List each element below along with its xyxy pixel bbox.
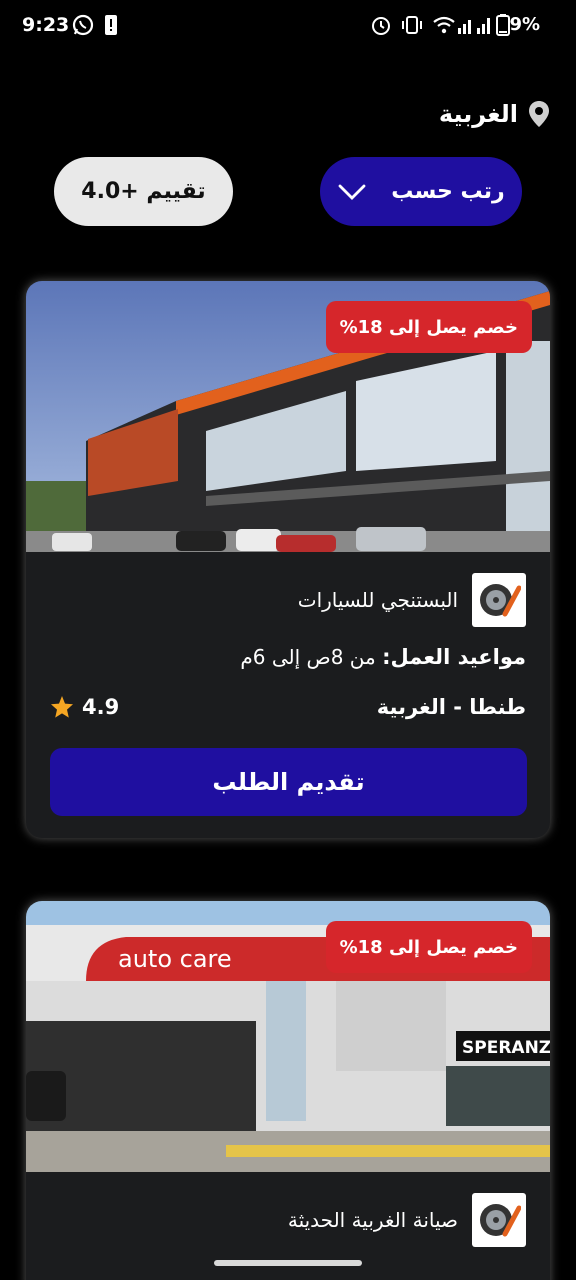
submit-request-button[interactable]: تقديم الطلب — [50, 748, 527, 816]
sort-label: رتب حسب — [391, 179, 505, 204]
location-pin-icon — [529, 101, 549, 127]
provider-row: صيانة الغربية الحديثة — [288, 1193, 526, 1247]
signal-icon — [458, 18, 490, 34]
service-image: auto care SPERANZ خصم يصل إلى 18% — [26, 901, 550, 1172]
alarm-icon — [372, 17, 390, 35]
rating-filter-label: تقييم +4.0 — [81, 179, 206, 204]
wheel-wrench-icon — [480, 1204, 521, 1237]
rating-value: 4.9 — [82, 695, 120, 719]
discount-badge: خصم يصل إلى 18% — [325, 921, 532, 973]
home-indicator[interactable] — [214, 1260, 362, 1266]
wheel-wrench-icon — [480, 584, 521, 617]
area-label: طنطا - الغربية — [376, 695, 526, 719]
battery-icon — [496, 14, 510, 36]
status-time: 9:23 — [22, 14, 70, 36]
rating-filter-chip[interactable]: تقييم +4.0 — [54, 157, 233, 226]
working-hours-label: مواعيد العمل: — [382, 645, 526, 669]
sign-speranz: SPERANZ — [462, 1038, 550, 1058]
working-hours-value: من 8ص إلى 6م — [240, 645, 376, 669]
service-card[interactable]: auto care SPERANZ خصم يصل إلى 18% صيانة … — [26, 901, 550, 1280]
whatsapp-icon — [72, 14, 94, 36]
status-bar: 9:23 9% — [0, 0, 576, 52]
sign-auto-care: auto care — [118, 945, 232, 973]
wifi-icon — [433, 16, 455, 34]
provider-name: صيانة الغربية الحديثة — [287, 1208, 458, 1232]
service-card[interactable]: خصم يصل إلى 18% البستنجي للسيارات مواعيد… — [26, 281, 550, 838]
provider-name: البستنجي للسيارات — [297, 588, 458, 612]
location-selector[interactable]: الغربية — [439, 100, 550, 128]
star-icon — [51, 696, 73, 718]
rating: 4.9 — [50, 695, 119, 719]
discount-badge: خصم يصل إلى 18% — [325, 301, 532, 353]
provider-row: البستنجي للسيارات — [298, 573, 526, 627]
vibrate-icon — [402, 16, 422, 34]
sort-button[interactable]: رتب حسب — [320, 157, 522, 226]
alert-icon — [105, 15, 117, 35]
working-hours: مواعيد العمل: من 8ص إلى 6م — [240, 645, 526, 669]
battery-level: 9% — [509, 14, 540, 35]
provider-logo — [472, 573, 526, 627]
location-label: الغربية — [438, 100, 518, 128]
chevron-down-icon — [338, 184, 366, 200]
provider-logo — [472, 1193, 526, 1247]
screen: 9:23 9% الغربية رتب حسب تقييم +4.0 خصم ي… — [0, 0, 576, 1280]
service-image: خصم يصل إلى 18% — [26, 281, 550, 552]
